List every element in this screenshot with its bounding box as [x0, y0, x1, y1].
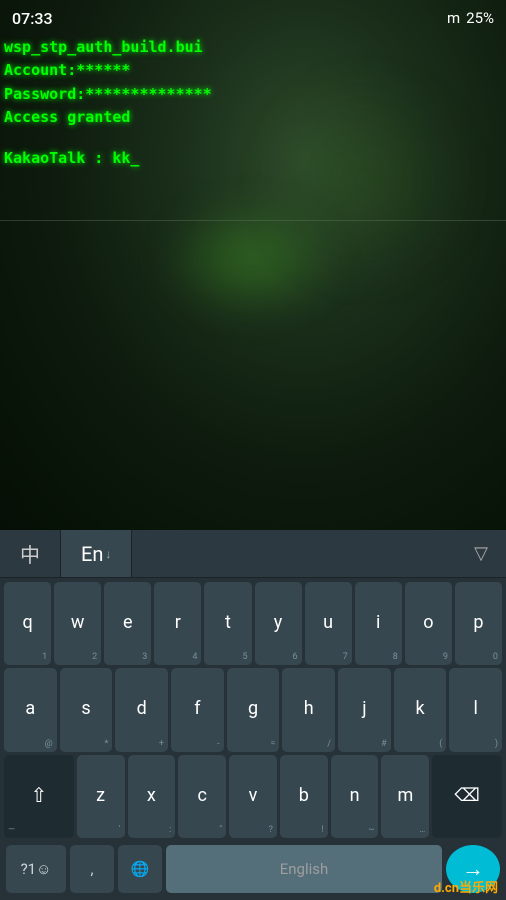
globe-icon: 🌐: [131, 860, 150, 878]
battery-indicator: 25%: [466, 9, 494, 27]
terminal-line-4: Access granted: [4, 106, 212, 129]
signal-indicator: m: [447, 9, 460, 27]
lang-spacer: [132, 530, 456, 577]
terminal-line-1: wsp_stp_auth_build.bui: [4, 36, 212, 59]
key-row-2: a@ s* d+ f- g= h/ j# k( l): [4, 668, 502, 751]
lang-en-button[interactable]: En↓: [61, 530, 132, 577]
terminal-line-2: Account:******: [4, 59, 212, 82]
key-q[interactable]: q1: [4, 582, 51, 665]
key-shift[interactable]: ⇧ —: [4, 755, 74, 838]
language-bar: 中 En↓ ▽: [0, 530, 506, 578]
key-d[interactable]: d+: [115, 668, 168, 751]
bottom-bar: ?1☺ , 🌐 English →: [0, 838, 506, 900]
key-f[interactable]: f-: [171, 668, 224, 751]
key-h[interactable]: h/: [282, 668, 335, 751]
terminal-blank: [4, 129, 212, 147]
key-g[interactable]: g=: [227, 668, 280, 751]
key-r[interactable]: r4: [154, 582, 201, 665]
key-s[interactable]: s*: [60, 668, 113, 751]
watermark: d.cn当乐网: [434, 877, 498, 896]
terminal-line-3: Password:**************: [4, 83, 212, 106]
space-bar[interactable]: English: [166, 845, 442, 893]
terminal-output: wsp_stp_auth_build.bui Account:****** Pa…: [4, 36, 212, 170]
key-u[interactable]: u7: [305, 582, 352, 665]
screen-area: wsp_stp_auth_build.bui Account:****** Pa…: [0, 0, 506, 530]
keyboard-hide-button[interactable]: ▽: [456, 530, 506, 577]
key-row-3: ⇧ — z' x: c" v? b! n~ m… ⌫: [4, 755, 502, 838]
key-o[interactable]: o9: [405, 582, 452, 665]
status-bar: 07:33 m 25%: [0, 0, 506, 36]
key-z[interactable]: z': [77, 755, 125, 838]
globe-key[interactable]: 🌐: [118, 845, 162, 893]
keyboard: 中 En↓ ▽ q1 w2 e3 r4 t5 y6 u7 i8 o9 p0 a@: [0, 530, 506, 900]
key-i[interactable]: i8: [355, 582, 402, 665]
key-backspace[interactable]: ⌫: [432, 755, 502, 838]
key-b[interactable]: b!: [280, 755, 328, 838]
comma-key[interactable]: ,: [70, 845, 114, 893]
lang-en-sub: ↓: [105, 547, 111, 561]
key-row-1: q1 w2 e3 r4 t5 y6 u7 i8 o9 p0: [4, 582, 502, 665]
status-right: m 25%: [447, 9, 494, 27]
key-v[interactable]: v?: [229, 755, 277, 838]
key-y[interactable]: y6: [255, 582, 302, 665]
key-m[interactable]: m…: [381, 755, 429, 838]
key-c[interactable]: c": [178, 755, 226, 838]
key-rows: q1 w2 e3 r4 t5 y6 u7 i8 o9 p0 a@ s* d+ f…: [0, 578, 506, 838]
key-n[interactable]: n~: [331, 755, 379, 838]
key-k[interactable]: k(: [394, 668, 447, 751]
key-x[interactable]: x:: [128, 755, 176, 838]
key-a[interactable]: a@: [4, 668, 57, 751]
screen-divider: [0, 220, 506, 221]
key-p[interactable]: p0: [455, 582, 502, 665]
terminal-line-6: KakaoTalk : kk_: [4, 147, 212, 170]
sym-key[interactable]: ?1☺: [6, 845, 66, 893]
key-l[interactable]: l): [449, 668, 502, 751]
key-w[interactable]: w2: [54, 582, 101, 665]
lang-zh-button[interactable]: 中: [0, 530, 61, 577]
key-j[interactable]: j#: [338, 668, 391, 751]
key-t[interactable]: t5: [204, 582, 251, 665]
key-e[interactable]: e3: [104, 582, 151, 665]
status-time: 07:33: [12, 9, 53, 28]
